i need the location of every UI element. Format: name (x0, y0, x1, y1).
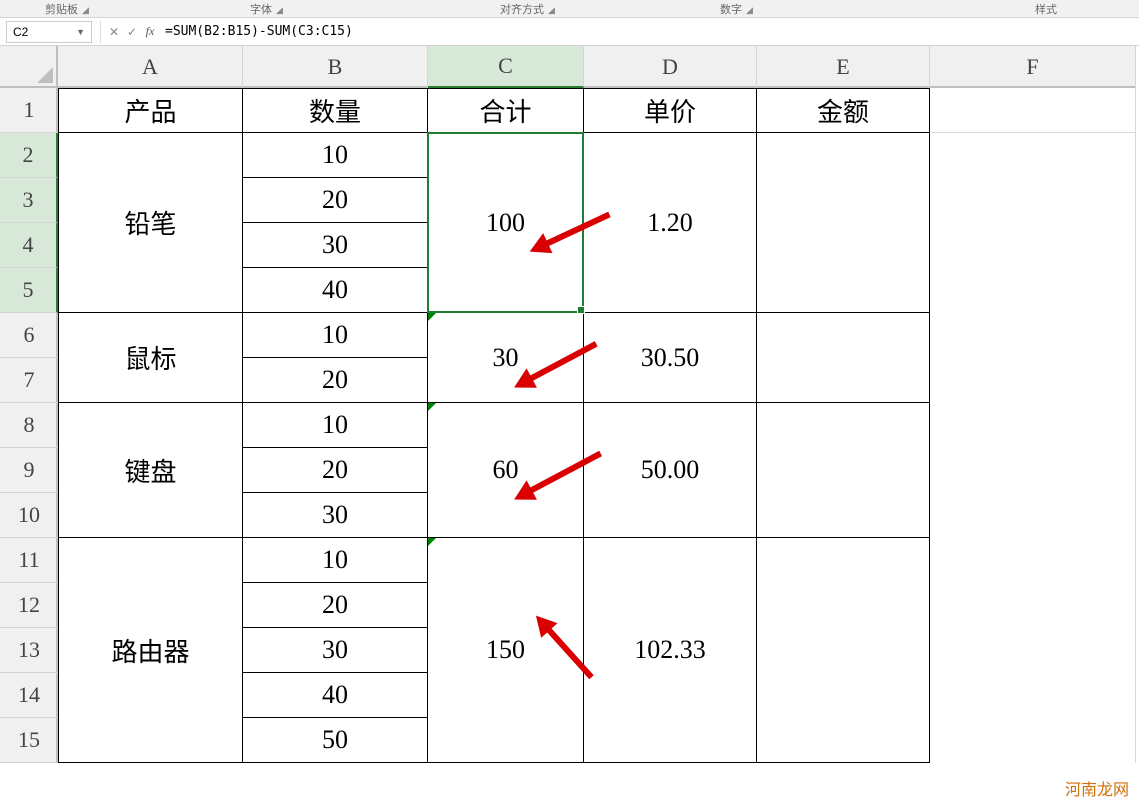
cell-B15[interactable]: 50 (243, 718, 428, 763)
cell-D6-merged[interactable]: 30.50 (584, 313, 757, 403)
cell-F-range[interactable] (930, 133, 1136, 763)
name-box[interactable]: C2 ▼ (6, 21, 92, 43)
ribbon-group-styles[interactable]: 样式 (1035, 1, 1057, 17)
row-header-14[interactable]: 14 (0, 673, 58, 718)
fx-icon[interactable]: fx (141, 24, 159, 39)
chevron-down-icon[interactable]: ▼ (76, 27, 85, 37)
cell-A11-merged[interactable]: 路由器 (58, 538, 243, 763)
cell-D1[interactable]: 单价 (584, 88, 757, 133)
cell-B13[interactable]: 30 (243, 628, 428, 673)
cell-B9[interactable]: 20 (243, 448, 428, 493)
cell-B1[interactable]: 数量 (243, 88, 428, 133)
dialog-launcher-icon[interactable]: ◢ (82, 5, 89, 16)
cell-B6[interactable]: 10 (243, 313, 428, 358)
dialog-launcher-icon[interactable]: ◢ (746, 5, 753, 16)
cell-C1[interactable]: 合计 (428, 88, 584, 133)
row-header-11[interactable]: 11 (0, 538, 58, 583)
error-indicator-icon (428, 538, 436, 546)
cell-B8[interactable]: 10 (243, 403, 428, 448)
row-headers: 1 2 3 4 5 6 7 8 9 10 11 12 13 14 15 (0, 88, 58, 763)
select-all-corner[interactable] (0, 46, 58, 88)
cell-A8-merged[interactable]: 键盘 (58, 403, 243, 538)
ribbon-group-labels: 剪贴板◢ 字体◢ 对齐方式◢ 数字◢ 样式 (0, 0, 1139, 18)
row-header-8[interactable]: 8 (0, 403, 58, 448)
enter-icon[interactable]: ✓ (123, 25, 141, 39)
cell-E2-merged[interactable] (757, 133, 930, 313)
cell-C2-merged[interactable]: 100 (428, 133, 584, 313)
formula-input[interactable] (159, 22, 1139, 41)
row-header-12[interactable]: 12 (0, 583, 58, 628)
row-header-7[interactable]: 7 (0, 358, 58, 403)
watermark: 河南龙网 (1065, 776, 1129, 800)
cell-D2-merged[interactable]: 1.20 (584, 133, 757, 313)
col-header-D[interactable]: D (584, 46, 757, 88)
col-header-C[interactable]: C (428, 46, 584, 88)
cell-E11-merged[interactable] (757, 538, 930, 763)
col-header-F[interactable]: F (930, 46, 1136, 88)
row-header-15[interactable]: 15 (0, 718, 58, 763)
error-indicator-icon (428, 313, 436, 321)
row-header-10[interactable]: 10 (0, 493, 58, 538)
row-header-9[interactable]: 9 (0, 448, 58, 493)
row-header-2[interactable]: 2 (0, 133, 58, 178)
dialog-launcher-icon[interactable]: ◢ (276, 5, 283, 16)
cell-C11-merged[interactable]: 150 (428, 538, 584, 763)
cell-B12[interactable]: 20 (243, 583, 428, 628)
name-box-value: C2 (13, 25, 28, 39)
cell-B4[interactable]: 30 (243, 223, 428, 268)
ribbon-group-number[interactable]: 数字◢ (720, 1, 753, 17)
error-indicator-icon (428, 403, 436, 411)
ribbon-group-alignment[interactable]: 对齐方式◢ (500, 1, 555, 17)
formula-bar-row: C2 ▼ ✕ ✓ fx (0, 18, 1139, 46)
cell-E1[interactable]: 金额 (757, 88, 930, 133)
cancel-icon[interactable]: ✕ (105, 25, 123, 39)
cell-B14[interactable]: 40 (243, 673, 428, 718)
row-header-5[interactable]: 5 (0, 268, 58, 313)
cell-B5[interactable]: 40 (243, 268, 428, 313)
cell-B2[interactable]: 10 (243, 133, 428, 178)
cell-F1[interactable] (930, 88, 1136, 133)
cell-B7[interactable]: 20 (243, 358, 428, 403)
cell-E8-merged[interactable] (757, 403, 930, 538)
separator (100, 21, 101, 43)
cell-C6-merged[interactable]: 30 (428, 313, 584, 403)
dialog-launcher-icon[interactable]: ◢ (548, 5, 555, 16)
ribbon-group-font[interactable]: 字体◢ (250, 1, 283, 17)
cell-A6-merged[interactable]: 鼠标 (58, 313, 243, 403)
cell-A1[interactable]: 产品 (58, 88, 243, 133)
cell-D8-merged[interactable]: 50.00 (584, 403, 757, 538)
cell-D11-merged[interactable]: 102.33 (584, 538, 757, 763)
col-header-A[interactable]: A (58, 46, 243, 88)
col-header-E[interactable]: E (757, 46, 930, 88)
column-headers: A B C D E F (58, 46, 1136, 88)
row-header-6[interactable]: 6 (0, 313, 58, 358)
cell-B10[interactable]: 30 (243, 493, 428, 538)
col-header-B[interactable]: B (243, 46, 428, 88)
row-header-1[interactable]: 1 (0, 88, 58, 133)
cell-B11[interactable]: 10 (243, 538, 428, 583)
cell-E6-merged[interactable] (757, 313, 930, 403)
cell-A2-merged[interactable]: 铅笔 (58, 133, 243, 313)
ribbon-group-clipboard[interactable]: 剪贴板◢ (45, 1, 89, 17)
cell-C8-merged[interactable]: 60 (428, 403, 584, 538)
row-header-4[interactable]: 4 (0, 223, 58, 268)
spreadsheet: A B C D E F 1 2 3 4 5 6 7 8 9 10 11 12 1… (0, 46, 1139, 806)
cell-B3[interactable]: 20 (243, 178, 428, 223)
row-header-13[interactable]: 13 (0, 628, 58, 673)
row-header-3[interactable]: 3 (0, 178, 58, 223)
